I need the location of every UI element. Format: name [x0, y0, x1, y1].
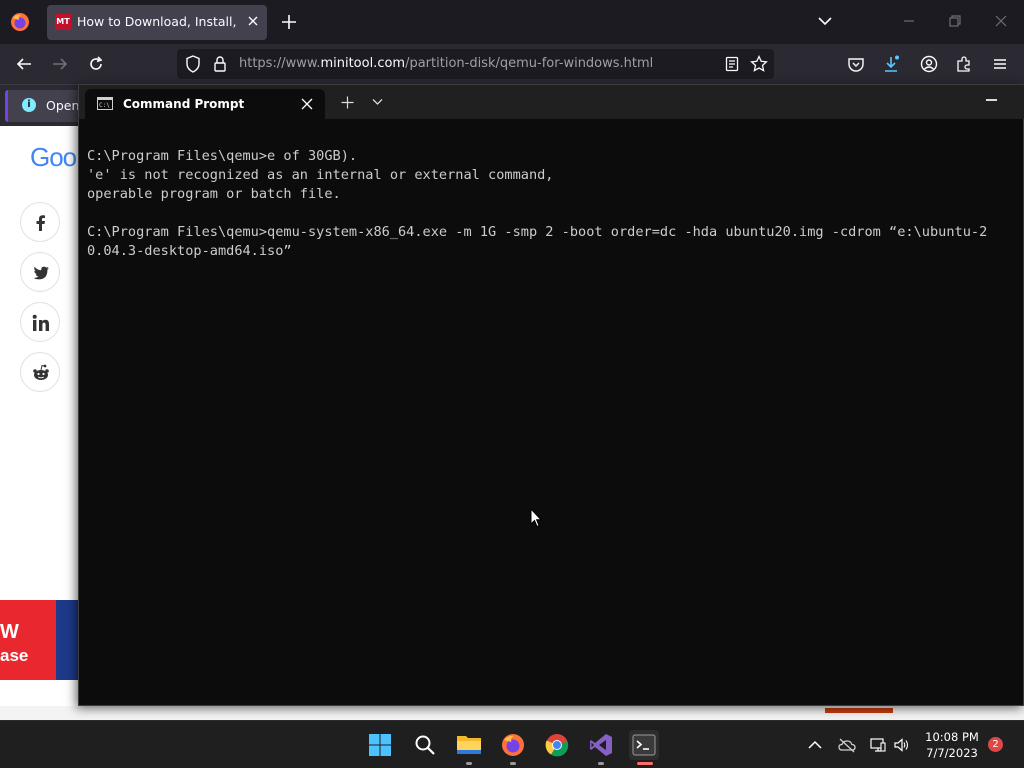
- promo-line-2: ase: [0, 646, 29, 665]
- clock-time: 10:08 PM: [925, 730, 979, 744]
- running-indicator: [466, 762, 472, 765]
- chevron-down-icon[interactable]: [372, 98, 383, 106]
- terminal-output[interactable]: C:\Program Files\qemu>e of 30GB). 'e' is …: [87, 147, 1023, 261]
- facebook-icon: [36, 215, 45, 231]
- terminal-titlebar[interactable]: C:\ Command Prompt: [79, 85, 1024, 119]
- back-arrow-icon[interactable]: [15, 55, 33, 73]
- running-indicator: [598, 762, 604, 765]
- twitter-share-button[interactable]: [20, 252, 60, 292]
- terminal-line: 0.04.3-desktop-amd64.iso”: [87, 243, 292, 259]
- promo-banner[interactable]: Wase: [0, 600, 80, 680]
- lock-icon[interactable]: [213, 55, 227, 73]
- firefox-logo-icon[interactable]: [10, 12, 30, 32]
- minimize-icon[interactable]: [901, 13, 917, 29]
- shield-icon[interactable]: [185, 55, 201, 73]
- firefox-icon: [502, 734, 524, 756]
- desktop: MT How to Download, Install, and U: [0, 0, 1024, 768]
- cmd-icon: C:\: [97, 97, 113, 110]
- new-tab-icon[interactable]: [341, 96, 354, 109]
- search-icon: [415, 735, 435, 755]
- chevron-up-icon[interactable]: [807, 737, 823, 753]
- bookmark-star-icon[interactable]: [750, 55, 768, 73]
- running-indicator: [510, 762, 516, 765]
- file-explorer-icon: [457, 736, 481, 754]
- command-prompt-window[interactable]: C:\ Command Prompt C:\Program Files\qemu…: [78, 84, 1024, 706]
- info-icon: i: [22, 98, 36, 112]
- terminal-tab-title: Command Prompt: [123, 97, 245, 111]
- notification-badge[interactable]: 2: [988, 737, 1003, 752]
- restore-icon[interactable]: [947, 13, 963, 29]
- network-icon[interactable]: [870, 737, 886, 753]
- onedrive-offline-icon[interactable]: [838, 737, 856, 753]
- downloads-icon[interactable]: [882, 55, 900, 73]
- url-text[interactable]: https://www.minitool.com/partition-disk/…: [239, 56, 653, 71]
- close-tab-icon[interactable]: [301, 98, 313, 110]
- chevron-down-icon[interactable]: [817, 14, 833, 28]
- firefox-taskbar-button[interactable]: [498, 730, 528, 765]
- browser-nav-bar: https://www.minitool.com/partition-disk/…: [0, 44, 1024, 84]
- url-domain: minitool.com: [320, 56, 406, 71]
- close-window-icon[interactable]: [993, 13, 1009, 29]
- svg-text:C:\: C:\: [99, 102, 110, 109]
- pocket-icon[interactable]: [847, 55, 865, 73]
- windows-start-icon: [369, 734, 391, 756]
- mouse-cursor-icon: [530, 508, 542, 528]
- terminal-taskbar-button[interactable]: [629, 730, 659, 765]
- forward-arrow-icon[interactable]: [51, 55, 69, 73]
- url-prefix: https://www.: [239, 56, 321, 71]
- clock-date: 7/7/2023: [926, 746, 978, 760]
- promo-banner-text: Wase: [0, 620, 28, 668]
- search-button[interactable]: [410, 730, 440, 760]
- facebook-share-button[interactable]: [20, 202, 60, 242]
- browser-tab-strip: MT How to Download, Install, and U: [0, 0, 1024, 44]
- terminal-icon: [632, 734, 656, 756]
- chrome-icon: [545, 734, 569, 757]
- terminal-line: 'e' is not recognized as an internal or …: [87, 167, 554, 183]
- reader-view-icon[interactable]: [725, 56, 739, 72]
- orange-accent-bar: [825, 708, 893, 713]
- promo-banner-stripe: [56, 600, 80, 680]
- google-logo: Goo: [30, 142, 77, 173]
- file-explorer-button[interactable]: [454, 730, 484, 765]
- terminal-line: C:\Program Files\qemu>e of 30GB).: [87, 148, 358, 164]
- terminal-line: operable program or batch file.: [87, 186, 341, 202]
- taskbar: 10:08 PM 7/7/2023 2: [0, 720, 1024, 768]
- terminal-tab-command-prompt[interactable]: C:\ Command Prompt: [85, 89, 325, 119]
- linkedin-share-button[interactable]: [20, 302, 60, 342]
- minimize-icon[interactable]: [986, 99, 997, 101]
- promo-line-1: W: [0, 621, 19, 643]
- visual-studio-taskbar-button[interactable]: [586, 730, 616, 765]
- google-logo-text: Goo: [30, 142, 77, 172]
- browser-tab-active[interactable]: MT How to Download, Install, and U: [47, 5, 267, 40]
- twitter-icon: [33, 266, 49, 280]
- new-tab-icon[interactable]: [280, 13, 298, 31]
- url-path: /partition-disk/qemu-for-windows.html: [405, 56, 654, 71]
- account-icon[interactable]: [920, 55, 938, 73]
- volume-icon[interactable]: [893, 737, 909, 753]
- extensions-icon[interactable]: [955, 55, 973, 73]
- active-indicator: [637, 762, 653, 765]
- start-button[interactable]: [365, 730, 395, 760]
- system-clock[interactable]: 10:08 PM 7/7/2023: [920, 729, 984, 761]
- share-buttons: [20, 202, 60, 402]
- chrome-taskbar-button[interactable]: [542, 730, 572, 760]
- hamburger-menu-icon[interactable]: [991, 55, 1009, 73]
- reload-icon[interactable]: [87, 55, 105, 73]
- reddit-share-button[interactable]: [20, 352, 60, 392]
- url-bar[interactable]: https://www.minitool.com/partition-disk/…: [177, 49, 774, 79]
- linkedin-icon: [32, 314, 49, 331]
- visual-studio-icon: [590, 734, 612, 756]
- browser-tab-title: How to Download, Install, and U: [77, 14, 237, 29]
- close-tab-icon[interactable]: [245, 13, 261, 29]
- reddit-icon: [33, 364, 49, 380]
- minitool-favicon-icon: MT: [55, 14, 71, 30]
- terminal-line: C:\Program Files\qemu>qemu-system-x86_64…: [87, 224, 988, 240]
